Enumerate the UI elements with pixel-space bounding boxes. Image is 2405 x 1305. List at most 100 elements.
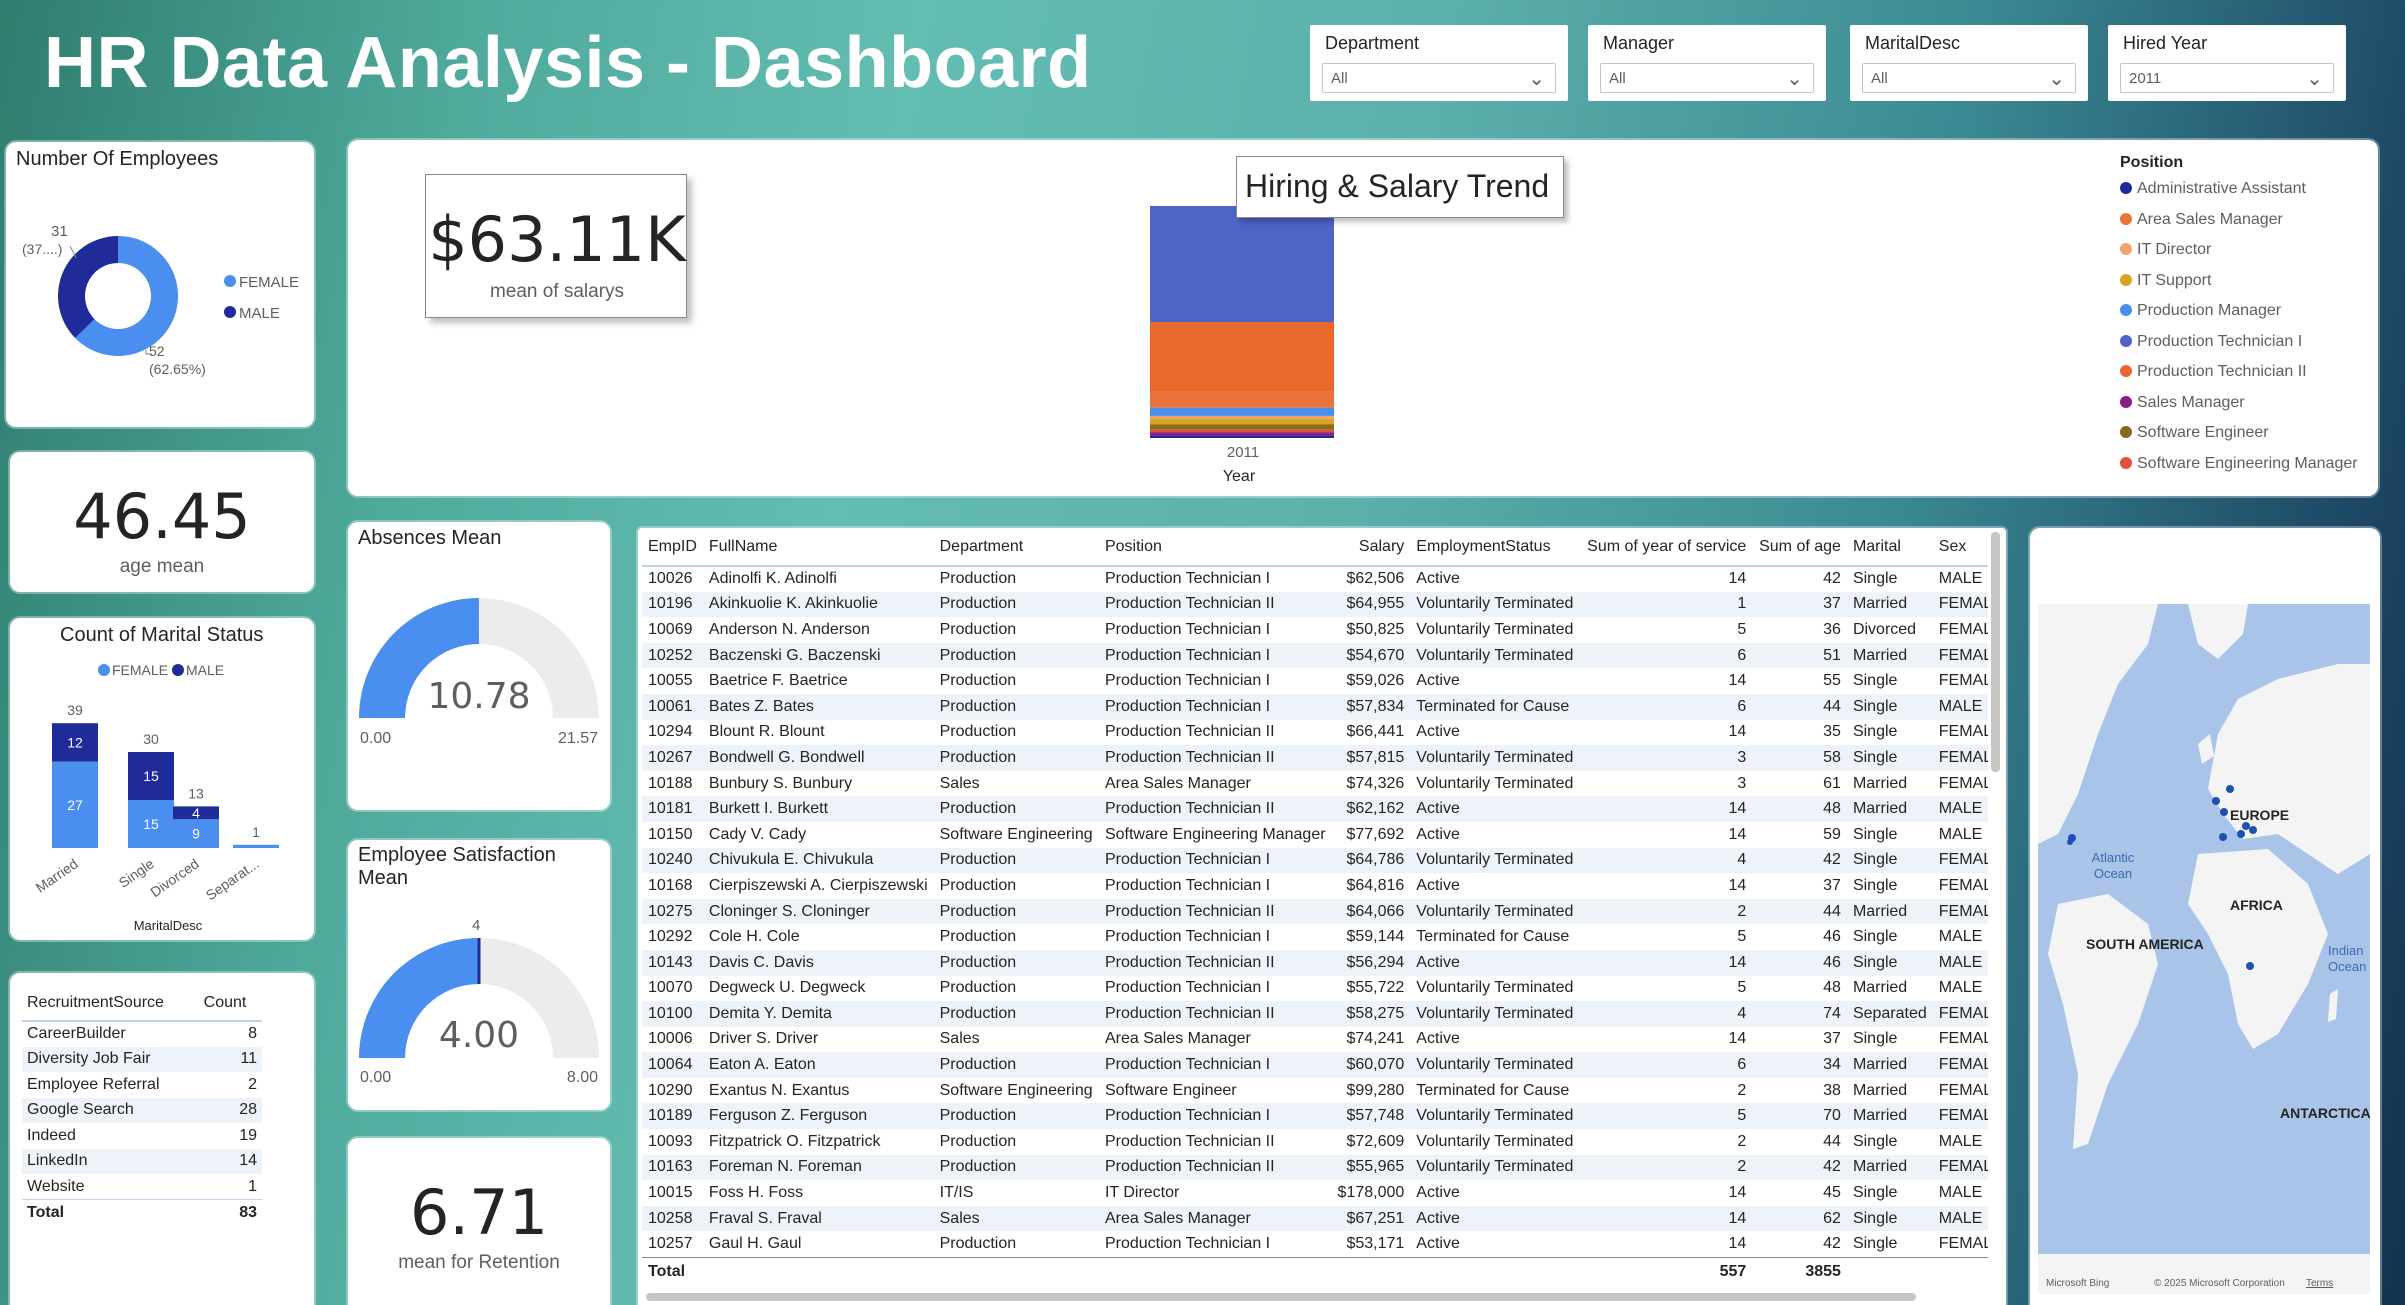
location-marker[interactable] [2226,785,2234,793]
marital-bar-chart[interactable]: FEMALE MALE 271239Married151530Single941… [10,618,314,940]
legend-item[interactable]: Software Engineering Manager [2120,455,2358,473]
bar-segment[interactable] [1150,429,1334,433]
legend-item[interactable]: IT Director [2120,241,2211,259]
column-header[interactable]: Sum of age [1752,528,1847,567]
employee-table[interactable]: EmpID FullName Department Position Salary Emp… [642,528,1988,1287]
department-dropdown[interactable]: All ⌄ [1322,63,1556,93]
legend-item[interactable]: IT Support [2120,272,2211,290]
department-slicer[interactable]: Department All ⌄ [1310,25,1568,101]
table-row[interactable]: LinkedIn 14 [22,1148,262,1174]
bar-segment[interactable] [1150,391,1334,408]
table-row[interactable]: 10181 Burkett I. Burkett Production Product… [642,796,1988,822]
table-row[interactable]: 10143 Davis C. Davis Production Production … [642,949,1988,976]
bar-segment[interactable] [1150,432,1334,436]
bar-segment[interactable] [1150,418,1334,425]
column-header[interactable]: FullName [702,528,934,567]
manager-slicer[interactable]: Manager All ⌄ [1588,25,1826,101]
table-row[interactable]: 10258 Fraval S. Fraval Sales Area Sales Man… [642,1205,1988,1232]
legend-item[interactable]: Sales Manager [2120,394,2245,412]
donut-chart[interactable]: 31 (37....) 52 (62.65%) FEMALE MALE [6,142,314,427]
table-row[interactable]: 10070 Degweck U. Degweck Production Product… [642,976,1988,1002]
bar-segment[interactable] [1150,424,1334,430]
table-row[interactable]: 10026 Adinolfi K. Adinolfi Production Produ… [642,566,1988,592]
column-header[interactable]: Sex [1932,528,1988,567]
table-row[interactable]: 10163 Foreman N. Foreman Production Product… [642,1154,1988,1181]
location-marker[interactable] [2212,797,2220,805]
location-marker[interactable] [2067,839,2073,845]
satisfaction-gauge[interactable]: 4 4.00 0.00 8.00 [348,840,610,1110]
bar-segment[interactable] [1150,407,1334,416]
table-row[interactable]: 10069 Anderson N. Anderson Production Produ… [642,617,1988,643]
table-row[interactable]: 10061 Bates Z. Bates Production Production … [642,693,1988,720]
vertical-scrollbar[interactable] [1991,532,2000,772]
table-viewport[interactable]: EmpID FullName Department Position Salary Emp… [642,528,1988,1292]
bar-segment[interactable] [1150,322,1334,392]
table-row[interactable]: 10275 Cloninger S. Cloninger Production Pro… [642,898,1988,925]
marital-dropdown[interactable]: All ⌄ [1862,63,2076,93]
column-header[interactable]: Marital [1846,528,1933,567]
table-row[interactable]: CareerBuilder 8 [22,1021,262,1047]
world-map[interactable]: EUROPE Atlantic Ocean AFRICA SOUTH AMERI… [2038,604,2370,1294]
table-row[interactable]: 10267 Bondwell G. Bondwell Production Produ… [642,745,1988,771]
table-row[interactable]: 10196 Akinkuolie K. Akinkuolie Production P… [642,591,1988,618]
bar-segment[interactable] [1150,435,1334,438]
legend-male-label[interactable]: MALE [186,662,224,678]
location-marker[interactable] [2249,826,2257,834]
table-row[interactable]: 10292 Cole H. Cole Production Production Te… [642,924,1988,950]
location-marker[interactable] [2219,833,2227,841]
absences-gauge[interactable]: 10.78 0.00 21.57 [348,522,610,810]
hired-year-dropdown[interactable]: 2011 ⌄ [2120,63,2334,93]
table-row[interactable]: 10093 Fitzpatrick O. Fitzpatrick Productio… [642,1129,1988,1155]
legend-item[interactable]: Production Technician II [2120,363,2307,381]
table-row[interactable]: 10189 Ferguson Z. Ferguson Production Produ… [642,1103,1988,1130]
table-row[interactable]: 10257 Gaul H. Gaul Production Production Te… [642,1231,1988,1257]
table-row[interactable]: Google Search 28 [22,1097,262,1123]
location-marker[interactable] [2242,822,2250,830]
horizontal-scrollbar[interactable] [646,1293,1916,1301]
table-row[interactable]: 10064 Eaton A. Eaton Production Production … [642,1052,1988,1078]
table-row[interactable]: 10150 Cady V. Cady Software Engineering Sof… [642,822,1988,848]
location-marker[interactable] [2237,830,2245,838]
column-header[interactable]: EmpID [642,528,703,567]
legend-item[interactable]: Production Technician I [2120,333,2302,351]
location-marker[interactable] [2220,808,2228,816]
manager-dropdown[interactable]: All ⌄ [1600,63,1814,93]
column-header[interactable]: Count [199,985,262,1021]
table-row[interactable]: 10294 Blount R. Blount Production Productio… [642,720,1988,746]
column-header[interactable]: RecruitmentSource [22,985,199,1021]
location-marker[interactable] [2246,962,2254,970]
table-row[interactable]: 10168 Cierpiszewski A. Cierpiszewski Produ… [642,873,1988,899]
table-row[interactable]: 10100 Demita Y. Demita Production Productio… [642,1001,1988,1027]
column-header[interactable]: EmploymentStatus [1410,528,1582,567]
marital-slicer[interactable]: MaritalDesc All ⌄ [1850,25,2088,101]
hired-year-slicer[interactable]: Hired Year 2011 ⌄ [2108,25,2346,101]
bar-segment[interactable] [1150,415,1334,419]
legend-item[interactable]: Production Manager [2120,302,2281,320]
legend-item[interactable]: Administrative Assistant [2120,180,2306,198]
table-row[interactable]: 10290 Exantus N. Exantus Software Engineer… [642,1078,1988,1104]
table-row[interactable]: 10252 Baczenski G. Baczenski Production Pro… [642,642,1988,669]
column-header[interactable]: Position [1098,528,1332,567]
column-header[interactable]: Sum of year of service [1581,528,1753,567]
bar-segment[interactable] [233,844,279,848]
column-header[interactable]: Salary [1331,528,1411,567]
legend-female-label[interactable]: FEMALE [112,662,168,678]
table-row[interactable]: Website 1 [22,1174,262,1200]
table-row[interactable]: Employee Referral 2 [22,1072,262,1098]
recruitment-table[interactable]: RecruitmentSource Count CareerBuilder 8 Di… [22,985,262,1225]
legend-item[interactable]: Software Engineer [2120,424,2269,442]
bar-segment[interactable] [1150,206,1334,322]
map-terms-link[interactable]: Terms [2306,1278,2333,1289]
table-row[interactable]: 10055 Baetrice F. Baetrice Production Produ… [642,668,1988,694]
table-row[interactable]: 10015 Foss H. Foss IT/IS IT Director $178,00… [642,1180,1988,1206]
column-header[interactable]: Department [933,528,1099,567]
legend-male-label[interactable]: MALE [239,305,280,322]
table-row[interactable]: 10240 Chivukula E. Chivukula Production Pro… [642,847,1988,874]
legend-female-label[interactable]: FEMALE [239,274,299,291]
table-row[interactable]: 10188 Bunbury S. Bunbury Sales Area Sales M… [642,771,1988,797]
table-row[interactable]: Indeed 19 [22,1123,262,1149]
table-row[interactable]: Diversity Job Fair 11 [22,1046,262,1072]
table-row[interactable]: 10006 Driver S. Driver Sales Area Sales Man… [642,1027,1988,1053]
legend-item[interactable]: Area Sales Manager [2120,211,2283,229]
donut-slice-male[interactable] [58,236,118,339]
